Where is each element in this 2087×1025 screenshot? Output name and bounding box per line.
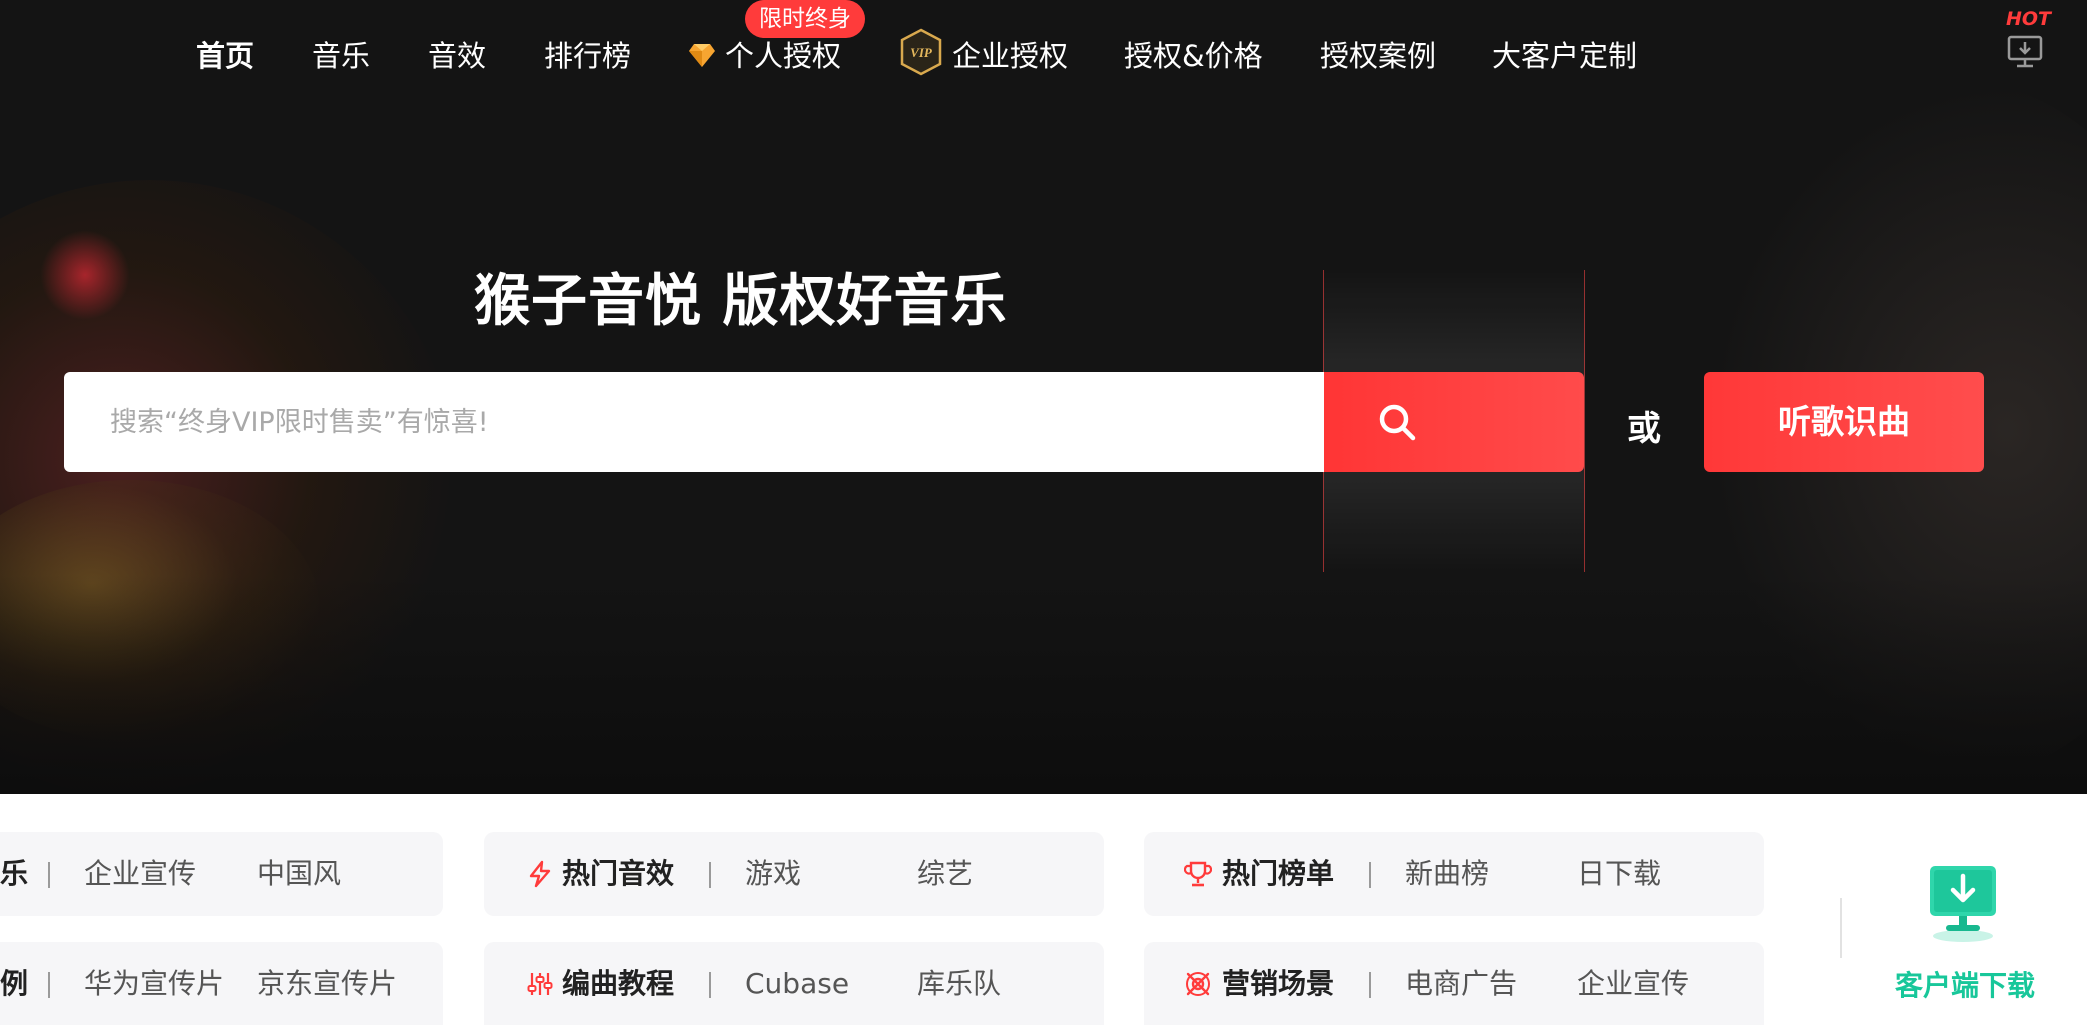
category-link[interactable]: 企业宣传: [84, 854, 196, 894]
category-link[interactable]: 华为宣传片: [84, 964, 224, 1004]
search-button[interactable]: [1324, 372, 1584, 472]
category-link[interactable]: 综艺: [917, 854, 973, 894]
nav-item-license-pricing[interactable]: 授权&价格: [1124, 36, 1263, 76]
category-title[interactable]: 编曲教程: [562, 964, 674, 1004]
category-divider: [48, 972, 50, 998]
category-divider: [1369, 862, 1371, 888]
nav-item-personal-license[interactable]: 个人授权: [725, 36, 841, 76]
category-title[interactable]: 热门音效: [562, 854, 674, 894]
category-card-music: 乐 企业宣传 中国风: [0, 832, 443, 916]
hero-background-red-light: [40, 230, 130, 320]
hero-title: 猴子音悦 版权好音乐: [474, 269, 1008, 334]
category-link[interactable]: 中国风: [257, 854, 341, 894]
hero-background-shade: [0, 574, 2087, 794]
category-title[interactable]: 热门榜单: [1222, 854, 1334, 894]
mixer-icon: [527, 973, 553, 995]
lightning-icon: [529, 860, 551, 888]
category-link[interactable]: 企业宣传: [1577, 964, 1689, 1004]
search-box: [64, 372, 1324, 472]
search-input[interactable]: [64, 372, 1324, 472]
side-divider: [1840, 898, 1842, 958]
category-divider: [709, 972, 711, 998]
vip-icon-text: VIP: [910, 45, 933, 60]
category-card-hot-charts: 热门榜单 新曲榜 日下载: [1144, 832, 1764, 916]
category-card-arrangement-tutorial: 编曲教程 Cubase 库乐队: [484, 942, 1104, 1025]
top-nav: 首页 音乐 音效 排行榜 个人授权 限时终身 VIP 企业授权 授权&价格 授权…: [0, 0, 2087, 110]
category-divider: [48, 862, 50, 888]
category-link[interactable]: 新曲榜: [1405, 854, 1489, 894]
limited-lifetime-badge: 限时终身: [745, 0, 865, 38]
category-title[interactable]: 例: [0, 964, 28, 1004]
search-icon: [1379, 404, 1416, 441]
nav-item-music[interactable]: 音乐: [312, 36, 370, 76]
category-card-cases: 例 华为宣传片 京东宣传片: [0, 942, 443, 1025]
hot-label: HOT: [2006, 8, 2052, 30]
monitor-download-icon[interactable]: [2007, 34, 2043, 70]
category-card-hot-sound-effects: 热门音效 游戏 综艺: [484, 832, 1104, 916]
category-title[interactable]: 乐: [0, 854, 28, 894]
trophy-icon: [1184, 861, 1212, 887]
category-card-marketing-scenes: 营销场景 电商广告 企业宣传: [1144, 942, 1764, 1025]
nav-item-custom-service[interactable]: 大客户定制: [1492, 36, 1637, 76]
category-link[interactable]: 库乐队: [917, 964, 1001, 1004]
nav-item-home[interactable]: 首页: [196, 36, 254, 76]
category-title[interactable]: 营销场景: [1222, 964, 1334, 1004]
nav-item-enterprise-license[interactable]: 企业授权: [952, 36, 1068, 76]
diamond-icon: [689, 44, 715, 67]
hero-banner: 首页 音乐 音效 排行榜 个人授权 限时终身 VIP 企业授权 授权&价格 授权…: [0, 0, 2087, 794]
category-link[interactable]: 电商广告: [1405, 964, 1517, 1004]
category-divider: [709, 862, 711, 888]
vip-badge-icon: VIP: [900, 28, 942, 76]
client-download-icon[interactable]: [1926, 862, 2000, 944]
category-link[interactable]: Cubase: [745, 964, 849, 1004]
or-text: 或: [1627, 409, 1661, 449]
scene-icon: [1186, 972, 1210, 996]
category-divider: [1369, 972, 1371, 998]
nav-item-license-cases[interactable]: 授权案例: [1320, 36, 1436, 76]
client-download-label[interactable]: 客户端下载: [1895, 964, 2035, 1004]
category-link[interactable]: 游戏: [745, 854, 801, 894]
category-link[interactable]: 京东宣传片: [257, 964, 397, 1004]
nav-item-charts[interactable]: 排行榜: [544, 36, 631, 76]
category-link[interactable]: 日下载: [1577, 854, 1661, 894]
nav-item-sound-effects[interactable]: 音效: [428, 36, 486, 76]
identify-song-button[interactable]: 听歌识曲: [1704, 372, 1984, 472]
